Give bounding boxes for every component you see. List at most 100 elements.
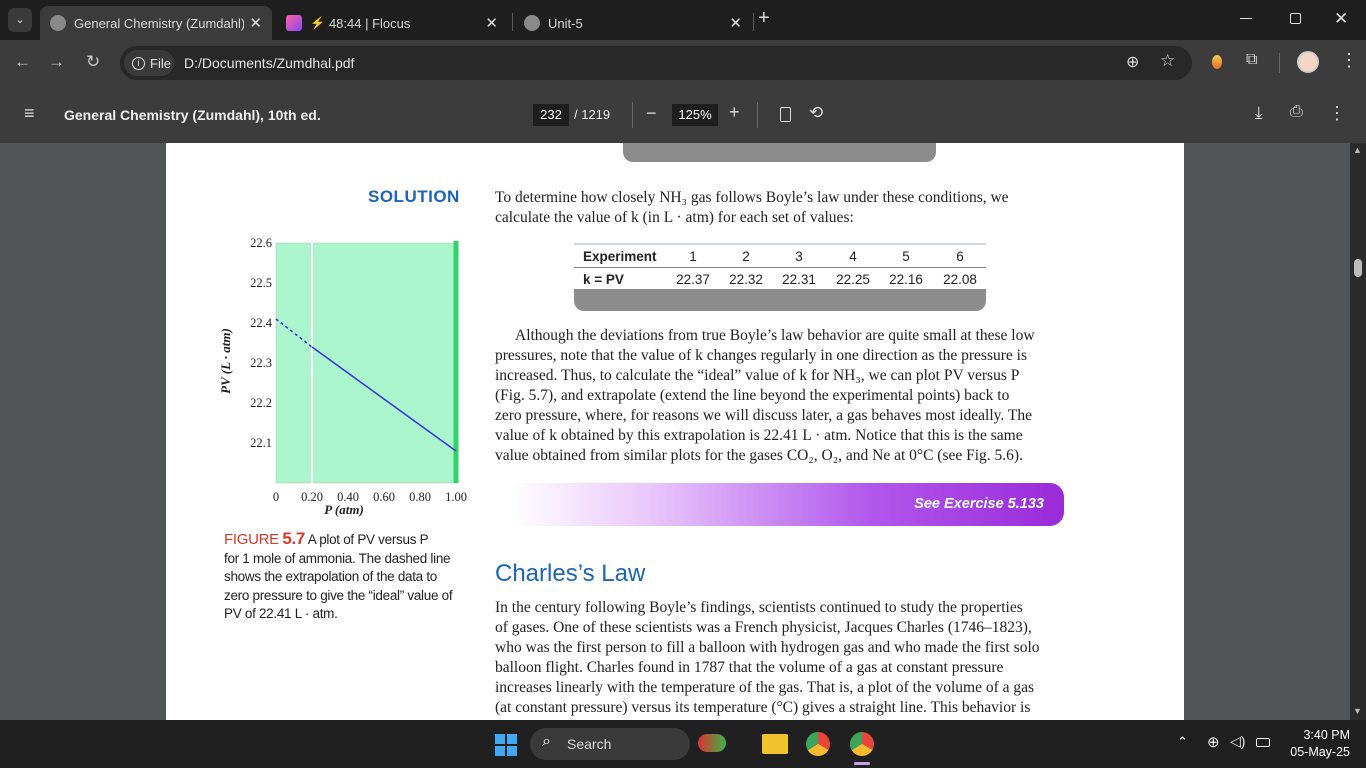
- table-cell: 3: [795, 249, 803, 264]
- zoom-input[interactable]: 125%: [672, 104, 718, 126]
- clock-date[interactable]: 05-May-25: [1284, 745, 1350, 759]
- y-tick-label: 22.6: [250, 236, 272, 250]
- url-text[interactable]: D:/Documents/Zumdhal.pdf: [184, 55, 354, 71]
- text-line: (Fig. 5.7), and extrapolate (extend the …: [495, 387, 1010, 404]
- scrollbar-thumb[interactable]: [1354, 259, 1362, 277]
- table-cell: 6: [956, 249, 964, 264]
- search-label: Search: [567, 736, 612, 752]
- page-number-input[interactable]: 232: [533, 104, 569, 126]
- table-mid-border: [574, 267, 986, 268]
- flocus-icon: [286, 15, 302, 31]
- table-cell: 22.25: [836, 272, 870, 287]
- clock-time[interactable]: 3:40 PM: [1300, 728, 1350, 742]
- y-tick-label: 22.1: [250, 436, 272, 450]
- restore-button[interactable]: [1290, 13, 1301, 24]
- windows-start-icon[interactable]: [495, 734, 517, 756]
- zoom-in-icon[interactable]: +: [729, 102, 740, 123]
- caption-line: zero pressure to give the “ideal” value …: [224, 587, 453, 603]
- intro-line: To determine how closely NH₃ gas follows…: [495, 189, 1009, 206]
- text-line: increased. Thus, to calculate the “ideal…: [495, 367, 1020, 384]
- table-cell: 22.08: [943, 272, 977, 287]
- battery-icon[interactable]: [1256, 738, 1270, 747]
- text-line: Although the deviations from true Boyle’…: [515, 327, 1035, 344]
- tab-divider: [753, 13, 754, 31]
- tab-search-button[interactable]: ⌄: [8, 8, 32, 32]
- chrome-profile-icon[interactable]: [850, 732, 874, 756]
- scroll-up-icon[interactable]: ▲: [1353, 145, 1362, 155]
- pdf-viewer[interactable]: SOLUTION To determine how closely NH₃ ga…: [0, 143, 1366, 720]
- extension-icon[interactable]: [1212, 55, 1222, 69]
- chevron-up-icon[interactable]: ⌃: [1177, 734, 1188, 750]
- text-line: increases linearly with the temperature …: [495, 679, 1035, 696]
- text-line: balloon flight. Charles found in 1787 th…: [495, 659, 1004, 676]
- info-icon: i: [132, 56, 145, 70]
- more-options-icon[interactable]: ⋮: [1328, 103, 1346, 124]
- x-tick-label: 0.20: [301, 490, 323, 504]
- zoom-icon[interactable]: ⊕: [1126, 52, 1139, 72]
- volume-icon[interactable]: ◁): [1230, 733, 1245, 750]
- navigation-bar: ← → ↻ i File D:/Documents/Zumdhal.pdf ⊕ …: [0, 40, 1366, 86]
- language-icon[interactable]: ⊕: [1207, 733, 1220, 751]
- puzzle-icon[interactable]: ⧉: [1246, 51, 1257, 69]
- exercise-link[interactable]: See Exercise 5.133: [914, 496, 1044, 512]
- caption-line: FIGURE 5.7 A plot of PV versus P: [224, 529, 464, 550]
- star-icon[interactable]: ☆: [1160, 51, 1175, 71]
- table-row-label: k = PV: [583, 272, 624, 287]
- forward-icon[interactable]: →: [48, 52, 65, 72]
- x-tick-label: 1.00: [445, 490, 467, 504]
- close-window-button[interactable]: ✕: [1334, 9, 1348, 29]
- reload-icon[interactable]: ↻: [86, 52, 100, 72]
- y-axis-label: PV (L · atm): [218, 328, 233, 394]
- grey-box-edge: [623, 143, 936, 162]
- globe-icon: [50, 15, 66, 31]
- text-line: zero pressure, where, for reasons we wil…: [495, 407, 1032, 424]
- section-heading: Charles’s Law: [495, 560, 646, 587]
- file-explorer-icon[interactable]: [762, 734, 788, 754]
- lightning-icon: ⚡: [310, 16, 325, 30]
- close-icon[interactable]: ✕: [729, 14, 742, 32]
- table-cell: 22.31: [782, 272, 816, 287]
- zoom-out-icon[interactable]: −: [646, 103, 657, 124]
- caption-line: shows the extrapolation of the data to: [224, 569, 437, 584]
- minimize-button[interactable]: [1240, 18, 1252, 19]
- menu-icon[interactable]: ⋮: [1340, 50, 1358, 71]
- text-line: pressures, note that the value of k chan…: [495, 347, 1027, 364]
- tab-unit5[interactable]: Unit-5 ✕: [514, 6, 752, 40]
- tab-flocus[interactable]: ⚡ 48:44 | Flocus ✕: [276, 6, 508, 40]
- rotate-icon[interactable]: ⟲: [809, 103, 823, 123]
- scroll-down-icon[interactable]: ▼: [1353, 706, 1362, 716]
- exercise-banner[interactable]: See Exercise 5.133: [510, 483, 1064, 526]
- taskbar: ⌕ Search ⌃ ⊕ ◁) 3:40 PM 05-May-25: [0, 720, 1366, 768]
- new-tab-button[interactable]: +: [758, 7, 778, 30]
- file-label: File: [150, 55, 171, 71]
- download-icon[interactable]: ⤓: [1255, 103, 1263, 123]
- y-tick-label: 22.3: [250, 356, 272, 370]
- chrome-icon[interactable]: [806, 732, 830, 756]
- taskbar-search[interactable]: ⌕ Search: [530, 728, 690, 760]
- y-tick-label: 22.5: [250, 276, 272, 290]
- x-tick-label: 0: [273, 490, 279, 504]
- widget-icon[interactable]: [698, 734, 726, 752]
- close-icon[interactable]: ✕: [249, 14, 262, 32]
- table-top-border: [574, 243, 986, 245]
- address-bar[interactable]: i File D:/Documents/Zumdhal.pdf ⊕ ☆: [120, 46, 1192, 80]
- x-tick-label: 0.60: [373, 490, 395, 504]
- text-line: In the century following Boyle’s finding…: [495, 599, 1023, 616]
- text-line: (at constant pressure) versus its temper…: [495, 699, 1031, 716]
- chevron-down-icon: ⌄: [15, 14, 25, 26]
- tab-bar: ⌄ General Chemistry (Zumdahl), 1 ✕ ⚡ 48:…: [0, 0, 1366, 40]
- close-icon[interactable]: ✕: [485, 14, 498, 32]
- experiment-table: Experiment k = PV 1 2 3 4 5 6 22.37 22.3…: [574, 243, 986, 311]
- caption-line: PV of 22.41 L · atm.: [224, 606, 338, 621]
- hamburger-icon[interactable]: ≡: [24, 103, 35, 124]
- print-icon[interactable]: ⎙: [1290, 103, 1303, 121]
- x-tick-label: 0.80: [409, 490, 431, 504]
- scrollbar[interactable]: ▲ ▼: [1350, 143, 1366, 720]
- pv-vs-p-chart: 22.622.522.422.322.222.1 0 0.20 0.40 0.60 0.…: [218, 236, 467, 517]
- profile-avatar[interactable]: [1297, 51, 1319, 73]
- site-info-chip[interactable]: i File: [124, 50, 174, 76]
- fit-page-icon[interactable]: [780, 107, 791, 122]
- tab-zumdahl[interactable]: General Chemistry (Zumdahl), 1 ✕: [40, 6, 272, 40]
- back-icon[interactable]: ←: [14, 52, 31, 72]
- table-header-label: Experiment: [583, 249, 657, 264]
